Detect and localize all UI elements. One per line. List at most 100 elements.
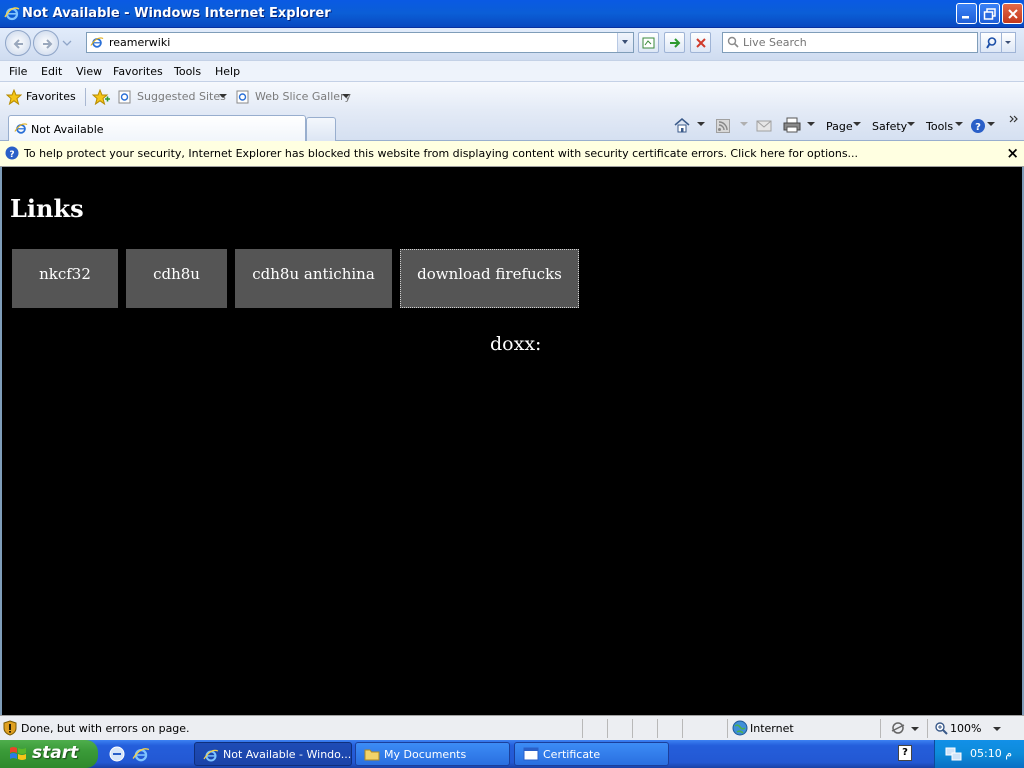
tools-menu[interactable]: Tools — [926, 120, 953, 133]
compatibility-icon — [642, 37, 655, 49]
menu-tools[interactable]: Tools — [174, 65, 201, 78]
quick-launch-ie-icon[interactable] — [132, 745, 150, 763]
add-favorite-star-icon[interactable] — [92, 89, 110, 105]
status-text: Done, but with errors on page. — [21, 722, 190, 735]
chevron-down-icon[interactable] — [907, 122, 915, 128]
recent-pages-dropdown-icon[interactable] — [62, 38, 72, 48]
address-field[interactable]: reamerwiki — [86, 32, 634, 53]
chevron-down-icon[interactable] — [987, 122, 995, 128]
information-bar[interactable]: ? To help protect your security, Interne… — [0, 141, 1024, 167]
chevron-down-icon[interactable] — [219, 94, 227, 100]
minimize-button[interactable] — [956, 3, 977, 24]
chevron-down-icon[interactable] — [853, 122, 861, 128]
forward-arrow-icon — [43, 39, 53, 49]
search-box[interactable] — [722, 32, 978, 53]
windows-flag-icon — [10, 747, 26, 760]
restore-button[interactable] — [979, 3, 1000, 24]
web-slice-gallery-icon — [236, 90, 249, 104]
close-icon — [1008, 9, 1018, 19]
separator — [632, 719, 633, 738]
chevron-down-icon[interactable] — [807, 122, 815, 128]
chevron-down-icon[interactable] — [740, 122, 748, 128]
doxx-label: doxx: — [490, 333, 542, 355]
shield-info-icon: ? — [5, 146, 19, 160]
help-icon[interactable]: ? — [970, 118, 986, 134]
status-bar: Done, but with errors on page. Internet … — [0, 715, 1024, 740]
menu-edit[interactable]: Edit — [41, 65, 62, 78]
page-ie-icon — [90, 37, 104, 48]
menu-bar: File Edit View Favorites Tools Help — [0, 60, 1024, 82]
internet-globe-icon — [732, 720, 748, 736]
information-bar-close-icon[interactable]: × — [1006, 144, 1019, 162]
start-button[interactable]: start — [0, 740, 98, 768]
show-desktop-icon[interactable] — [108, 745, 126, 763]
svg-text:?: ? — [975, 122, 981, 133]
chevron-down-icon[interactable] — [342, 94, 350, 100]
protected-mode-icon[interactable] — [890, 721, 906, 735]
zoom-level[interactable]: 100% — [950, 722, 981, 735]
address-dropdown-button[interactable] — [617, 33, 633, 52]
separator — [85, 88, 86, 106]
separator — [607, 719, 608, 738]
menu-file[interactable]: File — [9, 65, 27, 78]
menu-favorites[interactable]: Favorites — [113, 65, 163, 78]
separator — [657, 719, 658, 738]
taskbar-button-label: Not Available - Windo... — [223, 748, 352, 761]
restore-icon — [983, 8, 996, 20]
feeds-icon[interactable] — [716, 119, 730, 133]
tab-not-available[interactable]: Not Available — [8, 115, 306, 141]
ie-icon — [203, 749, 219, 762]
separator — [582, 719, 583, 738]
taskbar-button-certificate[interactable]: Certificate — [514, 742, 669, 766]
favorites-button[interactable]: Favorites — [26, 90, 76, 103]
security-zone[interactable]: Internet — [750, 722, 794, 735]
forward-button[interactable] — [33, 30, 59, 56]
link-cdh8u-antichina[interactable]: cdh8u antichina — [235, 249, 392, 308]
safety-menu[interactable]: Safety — [872, 120, 907, 133]
web-slice-gallery-link[interactable]: Web Slice Gallery — [255, 90, 351, 103]
separator — [927, 719, 928, 738]
link-nkcf32[interactable]: nkcf32 — [12, 249, 118, 308]
search-options-dropdown[interactable] — [1002, 32, 1016, 53]
suggested-sites-link[interactable]: Suggested Sites — [137, 90, 226, 103]
clock[interactable]: 05:10 م — [970, 747, 1012, 760]
chevron-down-icon[interactable] — [911, 727, 919, 733]
compatibility-view-button[interactable] — [638, 32, 659, 53]
title-bar[interactable]: Not Available - Windows Internet Explore… — [0, 0, 1024, 28]
error-warning-icon[interactable] — [3, 720, 17, 736]
taskbar-button-ie[interactable]: Not Available - Windo... — [194, 742, 352, 766]
taskbar-button-my-documents[interactable]: My Documents — [355, 742, 510, 766]
menu-view[interactable]: View — [76, 65, 102, 78]
close-button[interactable] — [1002, 3, 1023, 24]
print-icon[interactable] — [783, 117, 801, 133]
tab-row: Not Available — [0, 112, 1024, 141]
search-input[interactable] — [743, 35, 973, 50]
favorites-bar: Favorites Suggested Sites Web Slice Gall… — [0, 82, 1024, 112]
stop-x-icon — [696, 38, 706, 48]
minimize-icon — [962, 16, 969, 19]
stop-button[interactable] — [690, 32, 711, 53]
go-button[interactable] — [664, 32, 685, 53]
certificate-window-icon — [523, 747, 539, 761]
new-tab-button[interactable] — [306, 117, 336, 141]
language-help-button[interactable]: ? — [898, 745, 912, 761]
chevron-down-icon[interactable] — [993, 727, 1001, 733]
search-button[interactable] — [980, 32, 1002, 53]
read-mail-icon[interactable] — [756, 119, 772, 133]
link-cdh8u[interactable]: cdh8u — [126, 249, 227, 308]
information-bar-message[interactable]: To help protect your security, Internet … — [24, 147, 858, 160]
page-menu[interactable]: Page — [826, 120, 853, 133]
back-button[interactable] — [5, 30, 31, 56]
separator — [682, 719, 683, 738]
chevron-down-icon — [1005, 41, 1011, 44]
network-icon[interactable] — [945, 746, 963, 762]
chevron-double-right-icon[interactable] — [1009, 114, 1019, 124]
chevron-down-icon[interactable] — [697, 122, 705, 128]
svg-text:?: ? — [9, 150, 14, 160]
home-icon[interactable] — [674, 117, 690, 133]
ie-logo-icon — [4, 7, 20, 21]
link-download-firefucks[interactable]: download firefucks — [400, 249, 579, 308]
menu-help[interactable]: Help — [215, 65, 240, 78]
zoom-icon[interactable] — [934, 721, 948, 735]
chevron-down-icon[interactable] — [955, 122, 963, 128]
